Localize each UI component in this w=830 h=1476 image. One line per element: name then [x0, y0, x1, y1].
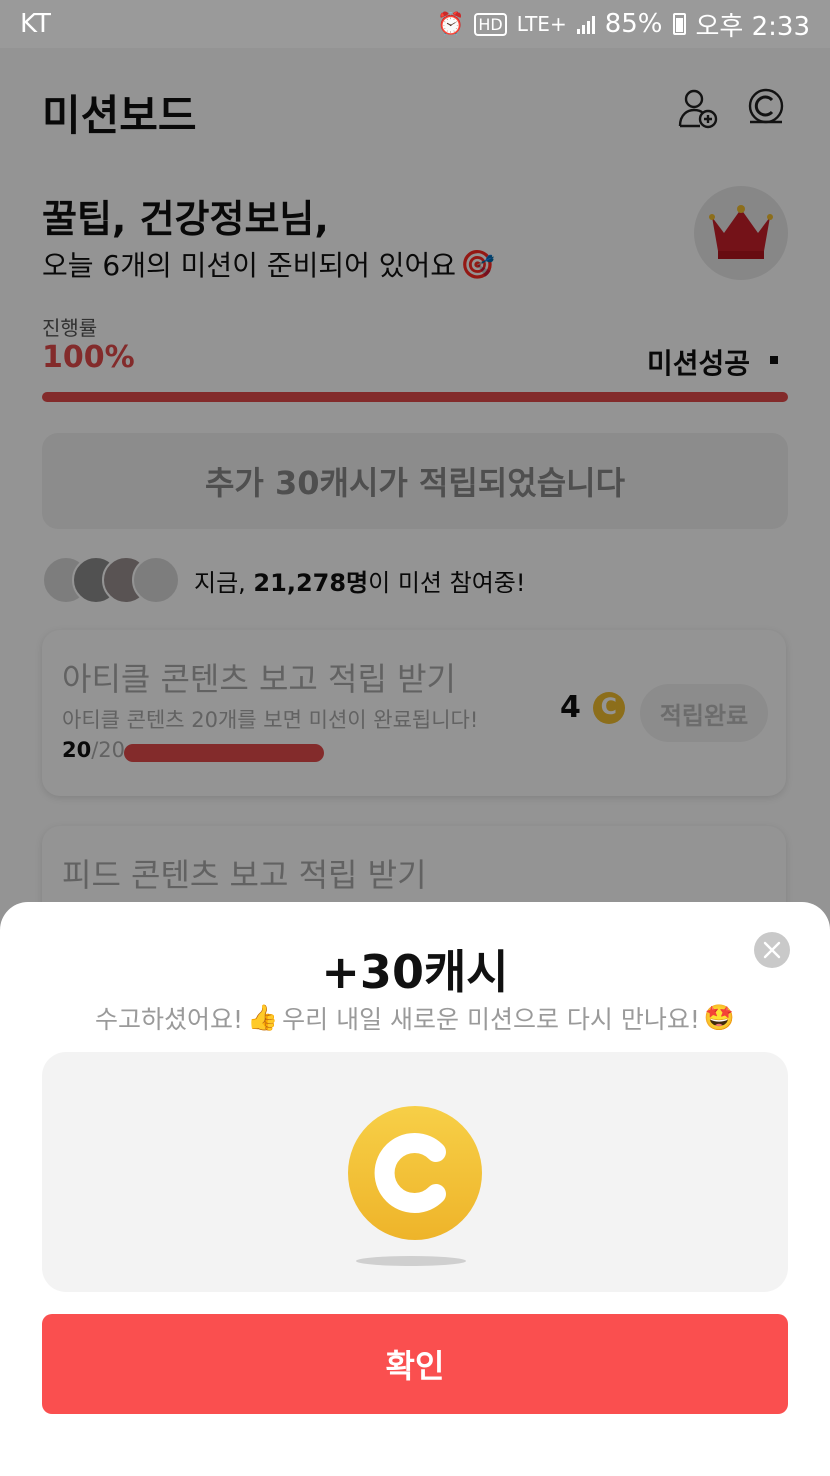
- modal-title: +30캐시: [321, 945, 509, 999]
- hd-voice-icon: HD: [474, 12, 507, 36]
- clock: 오후 2:33: [695, 11, 811, 42]
- reward-modal: +30캐시 수고하셨어요! 👍 우리 내일 새로운 미션으로 다시 만나요! 🤩…: [0, 902, 830, 1476]
- close-icon: [763, 941, 781, 959]
- battery-percent: 85%: [604, 9, 663, 39]
- carrier-label: KT: [20, 9, 51, 39]
- modal-subtitle: 수고하셨어요! 👍 우리 내일 새로운 미션으로 다시 만나요! 🤩: [0, 1000, 830, 1036]
- status-bar: KT ⏰ HD LTE+ 85% 오후 2:33: [0, 0, 830, 48]
- thumbs-up-icon: 👍: [246, 1003, 279, 1032]
- signal-icon: [576, 14, 595, 34]
- network-label: LTE+: [516, 12, 567, 36]
- coin-icon: [348, 1106, 482, 1240]
- star-eyes-icon: 🤩: [703, 1003, 736, 1032]
- battery-icon: [672, 13, 686, 35]
- modal-subtitle-part2: 우리 내일 새로운 미션으로 다시 만나요!: [282, 1005, 700, 1034]
- status-icons: ⏰ HD LTE+ 85% 오후 2:33: [437, 6, 810, 43]
- close-button[interactable]: [754, 932, 790, 968]
- modal-subtitle-part1: 수고하셨어요!: [94, 1005, 243, 1034]
- alarm-icon: ⏰: [436, 11, 465, 37]
- coin-shadow: [356, 1256, 466, 1266]
- coin-panel: [42, 1052, 788, 1292]
- confirm-button[interactable]: 확인: [42, 1314, 788, 1414]
